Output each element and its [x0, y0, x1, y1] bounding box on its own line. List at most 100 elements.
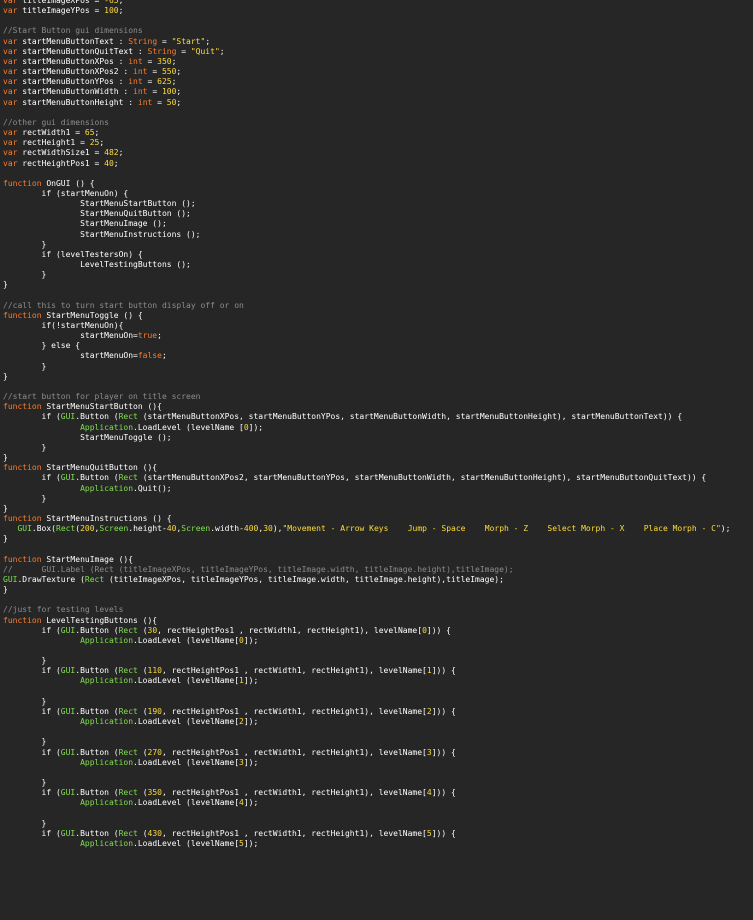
code-token-class-name: GUI — [60, 828, 76, 838]
code-text[interactable]: var titleImageXPos = -65; var titleImageY… — [0, 0, 753, 849]
code-token-keyword: var — [3, 46, 18, 56]
code-line: //call this to turn start button display… — [3, 301, 753, 311]
code-token-plain: .LoadLevel (levelName [ — [133, 422, 244, 432]
code-token-keyword: false — [137, 351, 162, 361]
code-token-keyword: String — [147, 46, 177, 56]
code-line: var startMenuButtonWidth : int = 100; — [3, 87, 753, 97]
code-token-plain: } else { — [3, 341, 81, 351]
code-token-plain: ( — [137, 828, 148, 838]
code-token-class-name: Rect — [118, 625, 138, 635]
code-token-plain: StartMenuInstructions () { — [41, 513, 172, 523]
code-token-class-name: Screen — [181, 524, 211, 534]
code-token-class-name: Rect — [118, 666, 138, 676]
code-token-class-name: GUI — [17, 524, 32, 534]
code-line: } — [3, 534, 753, 544]
code-token-plain: ( — [137, 625, 148, 635]
code-token-plain: .Button ( — [75, 747, 119, 757]
code-token-comment: //call this to turn start button display… — [3, 300, 244, 310]
code-token-plain: ]); — [243, 757, 259, 767]
code-token-keyword: var — [3, 56, 18, 66]
code-line: var startMenuButtonXPos2 : int = 550; — [3, 67, 753, 77]
code-token-plain: ]); — [248, 422, 264, 432]
code-token-number: 40 — [166, 524, 177, 534]
code-token-plain: .Button ( — [75, 788, 119, 798]
code-token-plain: ])) { — [431, 747, 456, 757]
code-token-class-name: Screen — [99, 524, 129, 534]
code-line: var startMenuButtonHeight : int = 50; — [3, 98, 753, 108]
code-token-keyword: var — [3, 128, 18, 138]
code-token-plain: = — [157, 36, 172, 46]
code-token-plain: = — [176, 46, 191, 56]
code-token-plain: .Box( — [31, 524, 56, 534]
code-token-class-name: Rect — [118, 788, 138, 798]
code-token-plain: ; — [176, 87, 182, 97]
code-line: StartMenuInstructions (); — [3, 230, 753, 240]
code-token-number: 270 — [147, 747, 162, 757]
code-line: } else { — [3, 341, 753, 351]
code-token-plain: titleImageXPos = — [17, 0, 105, 5]
code-line: } — [3, 362, 753, 372]
code-token-plain: = — [142, 56, 158, 66]
code-token-plain: if ( — [3, 828, 61, 838]
code-line: //start button for player on title scree… — [3, 392, 753, 402]
code-token-plain: , rectHeightPos1 , rectWidth1, rectHeigh… — [161, 747, 427, 757]
code-token-string: "Start" — [171, 36, 206, 46]
code-token-plain: } — [3, 493, 47, 503]
code-token-plain: StartMenuInstructions (); — [3, 229, 201, 239]
code-token-plain: ); — [720, 524, 731, 534]
code-token-plain: startMenuButtonYPos : — [17, 77, 129, 87]
code-token-keyword: function — [3, 463, 42, 473]
code-token-keyword: function — [3, 554, 42, 564]
code-token-number: -65 — [104, 0, 119, 5]
code-token-keyword: int — [133, 87, 148, 97]
code-token-class-name: GUI — [60, 412, 76, 422]
code-token-plain: if ( — [3, 788, 61, 798]
code-line: //Start Button gui dimensions — [3, 26, 753, 36]
code-token-class-name: Rect — [84, 574, 105, 584]
code-token-number: 110 — [147, 666, 162, 676]
code-token-plain: , rectHeightPos1 , rectWidth1, rectHeigh… — [161, 706, 427, 716]
code-token-plain: .LoadLevel (levelName[ — [133, 635, 240, 645]
code-line: Application.LoadLevel (levelName[3]); — [3, 758, 753, 768]
code-line: StartMenuImage (); — [3, 219, 753, 229]
code-line: var rectHeight1 = 25; — [3, 138, 753, 148]
code-token-class-name: GUI — [60, 706, 76, 716]
code-token-plain: } — [3, 371, 8, 381]
code-editor[interactable]: var titleImageXPos = -65; var titleImageY… — [0, 0, 753, 920]
code-token-plain: } — [3, 280, 8, 290]
code-token-plain: = — [142, 77, 158, 87]
code-line: if(!startMenuOn){ — [3, 321, 753, 331]
code-token-keyword: var — [3, 138, 18, 148]
code-token-plain: ; — [219, 46, 225, 56]
code-token-plain: , rectHeightPos1 , rectWidth1, rectHeigh… — [161, 828, 427, 838]
code-token-plain: , rectHeightPos1 , rectWidth1, rectHeigh… — [161, 788, 427, 798]
code-token-class-name: Rect — [118, 412, 138, 422]
code-line: } — [3, 443, 753, 453]
code-token-plain: startMenuButtonXPos : — [17, 56, 129, 66]
code-token-class-name: Rect — [118, 747, 138, 757]
code-token-class-name: Rect — [118, 706, 138, 716]
code-token-comment: //start button for player on title scree… — [3, 392, 201, 402]
code-token-class-name: Application — [80, 422, 134, 432]
code-token-class-name: Rect — [56, 524, 76, 534]
code-token-plain: startMenuOn= — [3, 351, 138, 361]
code-token-plain: if (levelTestersOn) { — [3, 249, 143, 259]
code-token-plain: } — [3, 818, 47, 828]
code-line: } — [3, 778, 753, 788]
code-token-class-name: Application — [80, 635, 134, 645]
code-token-plain: ( — [137, 788, 148, 798]
code-line: StartMenuQuitButton (); — [3, 209, 753, 219]
code-line: StartMenuToggle (); — [3, 433, 753, 443]
code-token-number: 30 — [147, 625, 158, 635]
code-token-plain: ; — [171, 77, 177, 87]
code-token-number: 350 — [147, 788, 162, 798]
code-line: LevelTestingButtons (); — [3, 260, 753, 270]
code-line: if (GUI.Button (Rect (270, rectHeightPos… — [3, 748, 753, 758]
